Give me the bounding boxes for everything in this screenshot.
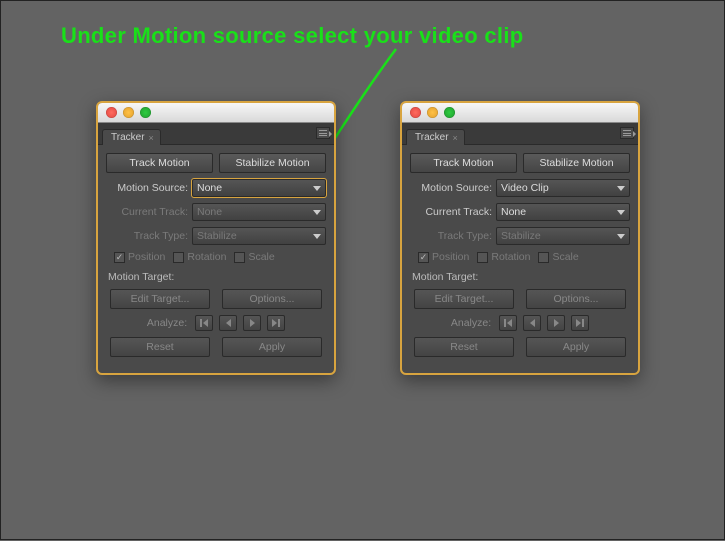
position-checkbox: ✓Position [418,251,469,263]
analyze-label: Analyze: [147,317,187,329]
instruction-text: Under Motion source select your video cl… [61,23,523,49]
track-motion-button[interactable]: Track Motion [410,153,517,173]
current-track-select: None [192,203,326,221]
motion-source-value: Video Clip [501,182,549,194]
window-titlebar [98,103,334,123]
track-type-select: Stabilize [192,227,326,245]
motion-source-select[interactable]: None [192,179,326,197]
tracker-window-after: Tracker × Track Motion Stabilize Motion … [400,101,640,375]
tab-bar: Tracker × [402,123,638,145]
edit-target-button: Edit Target... [110,289,210,309]
analyze-forward-icon [547,315,565,331]
current-track-select[interactable]: None [496,203,630,221]
tab-tracker[interactable]: Tracker × [406,129,465,145]
apply-button: Apply [526,337,626,357]
analyze-forward-icon [243,315,261,331]
panel-body: Track Motion Stabilize Motion Motion Sou… [98,145,334,373]
tracker-window-before: Tracker × Track Motion Stabilize Motion … [96,101,336,375]
analyze-step-back-icon [499,315,517,331]
track-type-label: Track Type: [106,230,188,242]
chevron-down-icon [617,234,625,239]
chevron-down-icon [617,210,625,215]
rotation-checkbox: Rotation [477,251,530,263]
reset-button: Reset [110,337,210,357]
analyze-back-icon [523,315,541,331]
zoom-icon[interactable] [140,107,151,118]
chevron-down-icon [617,186,625,191]
options-button: Options... [222,289,322,309]
options-button: Options... [526,289,626,309]
close-tab-icon[interactable]: × [453,133,458,143]
close-icon[interactable] [106,107,117,118]
analyze-label: Analyze: [451,317,491,329]
tab-tracker[interactable]: Tracker × [102,129,161,145]
panel-body: Track Motion Stabilize Motion Motion Sou… [402,145,638,373]
analyze-step-forward-icon [267,315,285,331]
motion-source-label: Motion Source: [410,182,492,194]
scale-checkbox: Scale [234,251,274,263]
track-type-label: Track Type: [410,230,492,242]
track-type-value: Stabilize [501,230,541,242]
tab-label: Tracker [415,132,449,143]
minimize-icon[interactable] [427,107,438,118]
analyze-step-forward-icon [571,315,589,331]
close-icon[interactable] [410,107,421,118]
panel-menu-icon[interactable] [316,127,330,139]
motion-source-label: Motion Source: [106,182,188,194]
minimize-icon[interactable] [123,107,134,118]
rotation-checkbox: Rotation [173,251,226,263]
stabilize-motion-button[interactable]: Stabilize Motion [219,153,326,173]
scale-checkbox: Scale [538,251,578,263]
motion-target-label: Motion Target: [106,271,326,283]
current-track-label: Current Track: [410,206,492,218]
analyze-step-back-icon [195,315,213,331]
current-track-label: Current Track: [106,206,188,218]
tab-label: Tracker [111,132,145,143]
track-type-select: Stabilize [496,227,630,245]
track-motion-button[interactable]: Track Motion [106,153,213,173]
current-track-value: None [501,206,526,218]
window-titlebar [402,103,638,123]
position-checkbox: ✓Position [114,251,165,263]
chevron-down-icon [313,234,321,239]
stabilize-motion-button[interactable]: Stabilize Motion [523,153,630,173]
apply-button: Apply [222,337,322,357]
zoom-icon[interactable] [444,107,455,118]
motion-source-select[interactable]: Video Clip [496,179,630,197]
reset-button: Reset [414,337,514,357]
motion-target-label: Motion Target: [410,271,630,283]
chevron-down-icon [313,186,321,191]
chevron-down-icon [313,210,321,215]
motion-source-value: None [197,182,222,194]
tab-bar: Tracker × [98,123,334,145]
close-tab-icon[interactable]: × [149,133,154,143]
panel-menu-icon[interactable] [620,127,634,139]
edit-target-button: Edit Target... [414,289,514,309]
track-type-value: Stabilize [197,230,237,242]
current-track-value: None [197,206,222,218]
analyze-back-icon [219,315,237,331]
